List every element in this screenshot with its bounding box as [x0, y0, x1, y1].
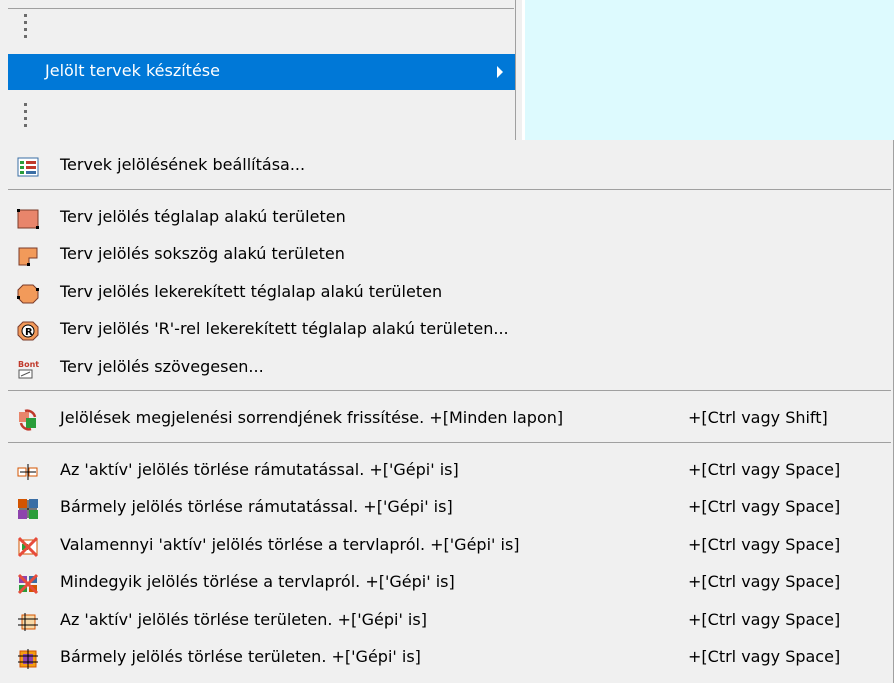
menu-item-label: Terv jelölés lekerekített téglalap alakú… — [60, 281, 443, 301]
menu-item-label: Az 'aktív' jelölés törlése rámutatással.… — [60, 459, 459, 479]
delete-all-active-icon — [17, 536, 39, 558]
menu-item-label: Jelölések megjelenési sorrendjének friss… — [60, 408, 564, 427]
submenu-arrow-icon — [497, 66, 503, 78]
menu-item-shortcut: +[Ctrl vagy Space] — [688, 572, 841, 591]
delete-all-icon — [17, 573, 39, 595]
menu-item[interactable]: Tervek jelölésének beállítása... — [0, 148, 893, 184]
menu-item-marked-plans-label: Jelölt tervek készítése — [45, 61, 220, 80]
refresh-order-icon — [17, 409, 39, 431]
menu-item-label: Az 'aktív' jelölés törlése területen. +[… — [60, 609, 427, 629]
menu-item-label: Terv jelölés szövegesen... — [60, 356, 264, 376]
submenu: Tervek jelölésének beállítása... Terv jel… — [0, 140, 894, 683]
menu-item[interactable]: Az 'aktív' jelölés törlése rámutatással.… — [0, 453, 893, 489]
parent-menu: Jelölt tervek készítése — [0, 0, 522, 140]
menu-item-label: Bármely jelölés törlése rámutatással. +[… — [60, 497, 453, 516]
menu-item[interactable]: Bármely jelölés törlése rámutatással. +[… — [0, 490, 893, 526]
menu-item-label: Valamennyi 'aktív' jelölés törlése a ter… — [60, 534, 520, 554]
delete-any-pointer-icon — [17, 498, 39, 520]
menu-item-shortcut: +[Ctrl vagy Space] — [688, 497, 841, 516]
menu-item-shortcut: +[Ctrl vagy Shift] — [688, 408, 828, 427]
menu-top-border — [8, 8, 514, 9]
menu-item-label: Tervek jelölésének beállítása... — [60, 155, 306, 174]
toolbar-grip-top[interactable] — [22, 14, 28, 38]
r-rounded-rectangle-icon: R — [17, 320, 39, 342]
svg-text:R: R — [25, 327, 33, 338]
menu-item-label: Mindegyik jelölés törlése a tervlapról. … — [60, 572, 455, 591]
menu-item-label: Terv jelölés 'R'-rel lekerekített téglal… — [60, 319, 509, 338]
menu-separator — [8, 188, 891, 190]
menu-right-border — [515, 0, 516, 140]
menu-item[interactable]: Jelölések megjelenési sorrendjének friss… — [0, 401, 893, 437]
menu-item[interactable]: Az 'aktív' jelölés törlése területen. +[… — [0, 603, 893, 639]
delete-active-area-icon — [17, 611, 39, 633]
menu-item[interactable]: Valamennyi 'aktív' jelölés törlése a ter… — [0, 528, 893, 564]
menu-item-label: Terv jelölés téglalap alakú területen — [60, 206, 346, 226]
menu-item-shortcut: +[Ctrl vagy Space] — [688, 647, 841, 666]
text-marking-icon: Bont — [17, 358, 39, 380]
menu-item-marked-plans[interactable]: Jelölt tervek készítése — [8, 54, 515, 90]
menu-item-shortcut: +[Ctrl vagy Space] — [688, 534, 841, 554]
polygon-area-icon — [17, 245, 39, 267]
rectangle-area-icon — [17, 208, 39, 230]
delete-any-area-icon — [17, 648, 39, 670]
menu-item[interactable]: R Terv jelölés 'R'-rel lekerekített tégla… — [0, 312, 893, 348]
marking-settings-icon — [17, 156, 39, 178]
menu-item[interactable]: Terv jelölés téglalap alakú területen — [0, 200, 893, 236]
menu-item-shortcut: +[Ctrl vagy Space] — [688, 459, 841, 479]
menu-item-shortcut: +[Ctrl vagy Space] — [688, 609, 841, 629]
menu-item-label: Bármely jelölés törlése területen. +['Gé… — [60, 647, 421, 666]
menu-item[interactable]: Mindegyik jelölés törlése a tervlapról. … — [0, 565, 893, 601]
background-panel — [525, 0, 894, 140]
menu-separator — [8, 390, 891, 391]
delete-active-pointer-icon — [17, 461, 39, 483]
menu-item[interactable]: Bont Terv jelölés szövegesen... — [0, 350, 893, 386]
menu-item[interactable]: Terv jelölés lekerekített téglalap alakú… — [0, 275, 893, 311]
toolbar-grip-bottom[interactable] — [22, 103, 28, 127]
menu-separator — [8, 441, 891, 443]
svg-text:Bont: Bont — [18, 360, 39, 369]
menu-item-label: Terv jelölés sokszög alakú területen — [60, 244, 345, 263]
rounded-rectangle-area-icon — [17, 283, 39, 305]
menu-item[interactable]: Bármely jelölés törlése területen. +['Gé… — [0, 640, 893, 676]
menu-item[interactable]: Terv jelölés sokszög alakú területen — [0, 237, 893, 273]
